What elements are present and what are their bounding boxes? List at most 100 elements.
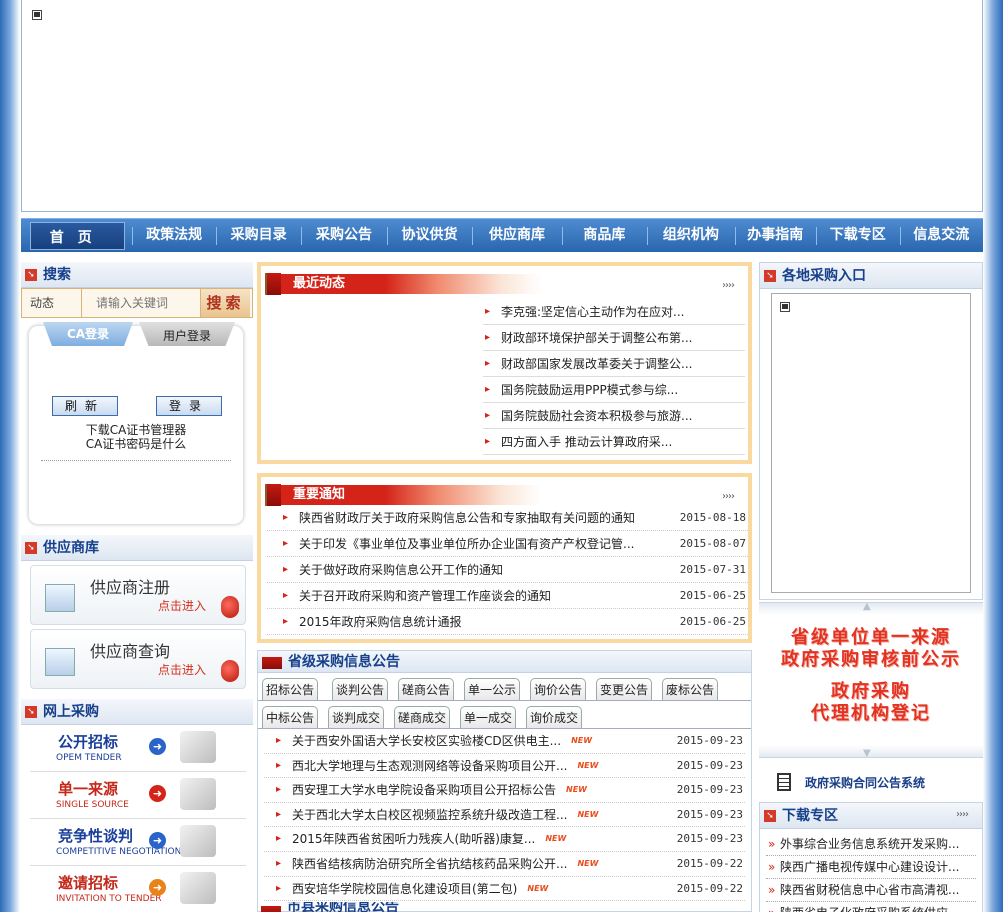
- agency-registration-banner[interactable]: 政府采购 代理机构登记: [771, 681, 971, 725]
- tab-province-r1-2[interactable]: 磋商公告: [398, 678, 454, 700]
- tab-ca-login[interactable]: CA登录: [43, 322, 133, 346]
- notice-item[interactable]: 陕西省财政厅关于政府采购信息公告和专家抽取有关问题的通知 2015-08-18: [267, 505, 748, 531]
- news-item[interactable]: 国务院鼓励社会资本积极参与旅游...: [483, 403, 745, 429]
- download-box: ➘ 下载专区 ›››› 外事综合业务信息系统开发采购...陕西广播电视传媒中心建…: [759, 802, 983, 912]
- purchase-method-name: 竞争性谈判: [58, 827, 134, 845]
- tab-province-r1-1[interactable]: 谈判公告: [332, 678, 388, 700]
- login-button[interactable]: 登录: [156, 396, 222, 416]
- purchase-method-english: INVITATION TO TENDER: [56, 894, 162, 904]
- download-item[interactable]: 陕西省财税信息中心省市高清视...: [766, 879, 976, 902]
- new-badge: NEW: [566, 785, 587, 795]
- method-illustration-icon: [180, 731, 216, 763]
- arrow-right-icon[interactable]: ➜: [149, 879, 166, 896]
- nav-product-library[interactable]: 商品库: [561, 219, 647, 253]
- scroll-up-icon[interactable]: ▲: [863, 601, 871, 612]
- nav-organization[interactable]: 组织机构: [647, 219, 734, 253]
- more-arrows-icon[interactable]: ››››: [722, 280, 735, 291]
- nav-announcements[interactable]: 采购公告: [301, 219, 386, 253]
- enter-link[interactable]: 点击进入: [158, 661, 206, 678]
- announcement-item[interactable]: 陕西省结核病防治研究所全省抗结核药品采购公开... NEW 2015-09-22: [264, 852, 745, 877]
- purchase-method-row[interactable]: 单一来源 SINGLE SOURCE ➜: [30, 772, 246, 819]
- news-item[interactable]: 财政部环境保护部关于调整公布第...: [483, 325, 745, 351]
- tab-province-r2-4[interactable]: 询价成交: [526, 706, 582, 728]
- download-item[interactable]: 陕西广播电视传媒中心建设设计...: [766, 856, 976, 879]
- tab-province-r1-3[interactable]: 单一公示: [464, 678, 520, 700]
- enter-link[interactable]: 点击进入: [158, 597, 206, 614]
- download-item[interactable]: 外事综合业务信息系统开发采购...: [766, 833, 976, 856]
- tab-province-r1-0[interactable]: 招标公告: [262, 678, 318, 700]
- news-item[interactable]: 国务院鼓励运用PPP模式参与综...: [483, 377, 745, 403]
- search-category-select[interactable]: 动态: [22, 289, 82, 317]
- notice-title: 关于印发《事业单位及事业单位所办企业国有资产产权登记管...: [299, 537, 635, 551]
- province-tabs-row2: 中标公告 谈判成交 磋商成交 单一成交 询价成交: [258, 701, 751, 729]
- announcement-item[interactable]: 关于西安外国语大学长安校区实验楼CD区供电主... NEW 2015-09-23: [264, 729, 745, 754]
- nav-info-exchange[interactable]: 信息交流: [899, 219, 983, 253]
- announcement-title: 西安理工大学水电学院设备采购项目公开招标公告: [292, 783, 557, 798]
- notice-item[interactable]: 关于做好政府采购信息公开工作的通知 2015-07-31: [267, 557, 748, 583]
- search-button[interactable]: 搜索: [200, 289, 250, 317]
- new-badge: NEW: [577, 809, 599, 819]
- tab-province-r2-1[interactable]: 谈判成交: [328, 706, 384, 728]
- notice-date: 2015-08-18: [679, 511, 746, 524]
- announcement-item[interactable]: 关于西北大学太白校区视频监控系统升级改造工程... NEW 2015-09-23: [264, 803, 745, 828]
- recent-news-list: 李克强:坚定信心主动作为在应对...财政部环境保护部关于调整公布第...财政部国…: [483, 299, 745, 455]
- announcement-date: 2015-09-23: [676, 734, 743, 747]
- purchase-method-row[interactable]: 竞争性谈判 COMPETITIVE NEGOTIATION ➜: [30, 819, 246, 866]
- more-arrows-icon[interactable]: ››››: [956, 809, 969, 820]
- notice-date: 2015-06-25: [679, 589, 746, 602]
- arrow-right-icon[interactable]: ➜: [149, 832, 166, 849]
- news-item[interactable]: 四方面入手 推动云计算政府采...: [483, 429, 745, 455]
- refresh-button[interactable]: 刷新: [52, 396, 118, 416]
- supplier-register-card[interactable]: 供应商注册 点击进入: [30, 565, 246, 625]
- notice-title: 关于做好政府采购信息公开工作的通知: [299, 563, 504, 577]
- tab-province-r1-6[interactable]: 废标公告: [662, 678, 718, 700]
- more-arrows-icon[interactable]: ››››: [722, 491, 735, 502]
- flag-icon: [265, 484, 281, 506]
- nav-home[interactable]: 首页: [30, 221, 126, 250]
- notice-item[interactable]: 2015年政府采购信息统计通报 2015-06-25: [267, 609, 748, 635]
- download-item[interactable]: 陕西省电子化政府采购系统供应...: [766, 902, 976, 912]
- scroll-down-icon[interactable]: ▼: [863, 748, 871, 759]
- notice-item[interactable]: 关于召开政府采购和资产管理工作座谈会的通知 2015-06-25: [267, 583, 748, 609]
- announcement-item[interactable]: 西安理工大学水电学院设备采购项目公开招标公告 NEW 2015-09-23: [264, 778, 745, 803]
- contract-system-link[interactable]: 政府采购合同公告系统: [759, 766, 983, 802]
- announcement-item[interactable]: 西安培华学院校园信息化建设项目(第二包) NEW 2015-09-22: [264, 877, 745, 902]
- single-source-banner[interactable]: 省级单位单一来源 政府采购审核前公示: [771, 627, 971, 671]
- purchase-method-row[interactable]: 公开招标 OPEM TENDER ➜: [30, 725, 246, 772]
- flag-icon: [265, 273, 281, 295]
- announcement-item[interactable]: 2015年陕西省贫困听力残疾人(助听器)康复... NEW 2015-09-23: [264, 827, 745, 852]
- nav-downloads[interactable]: 下载专区: [816, 219, 899, 253]
- announcement-item[interactable]: 西北大学地理与生态观测网络等设备采购项目公开... NEW 2015-09-23: [264, 754, 745, 779]
- tab-province-r2-2[interactable]: 磋商成交: [394, 706, 450, 728]
- nav-policy[interactable]: 政策法规: [132, 219, 215, 253]
- notice-title: 2015年政府采购信息统计通报: [299, 615, 462, 629]
- arrow-right-icon[interactable]: ➜: [149, 738, 166, 755]
- arrow-right-icon[interactable]: ➜: [149, 785, 166, 802]
- news-item[interactable]: 李克强:坚定信心主动作为在应对...: [483, 299, 745, 325]
- purchase-method-english: OPEM TENDER: [56, 753, 122, 763]
- tab-province-r2-0[interactable]: 中标公告: [262, 706, 318, 728]
- register-icon: [45, 584, 75, 612]
- broken-image-icon: [780, 302, 790, 312]
- tab-user-login[interactable]: 用户登录: [139, 322, 235, 346]
- nav-guide[interactable]: 办事指南: [734, 219, 816, 253]
- notices-panel: 重要通知 ›››› 陕西省财政厅关于政府采购信息公告和专家抽取有关问题的通知 20…: [257, 473, 752, 643]
- news-item[interactable]: 财政部国家发展改革委关于调整公...: [483, 351, 745, 377]
- tab-province-r1-5[interactable]: 变更公告: [596, 678, 652, 700]
- search-input[interactable]: [82, 291, 200, 315]
- nav-agreement-supply[interactable]: 协议供货: [386, 219, 472, 253]
- ca-password-link[interactable]: CA证书密码是什么: [29, 437, 243, 451]
- notices-header: 重要通知 ››››: [261, 477, 748, 507]
- nav-catalog[interactable]: 采购目录: [215, 219, 301, 253]
- nav-supplier-library[interactable]: 供应商库: [472, 219, 561, 253]
- right-column: ➘ 各地采购入口 ▲ 省级单位单一来源 政府采购审核前公示 政府采购 代理机构登…: [759, 262, 983, 912]
- tab-province-r2-3[interactable]: 单一成交: [460, 706, 516, 728]
- supplier-query-card[interactable]: 供应商查询 点击进入: [30, 629, 246, 689]
- online-purchase-list: 公开招标 OPEM TENDER ➜ 单一来源 SINGLE SOURCE ➜ 竞争性谈判 C…: [21, 725, 253, 912]
- purchase-method-row[interactable]: 邀请招标 INVITATION TO TENDER ➜: [30, 866, 246, 912]
- notice-title: 陕西省财政厅关于政府采购信息公告和专家抽取有关问题的通知: [299, 511, 636, 525]
- notice-item[interactable]: 关于印发《事业单位及事业单位所办企业国有资产产权登记管... 2015-08-07: [267, 531, 748, 557]
- download-ca-link[interactable]: 下载CA证书管理器: [29, 423, 243, 437]
- arrow-icon: ➘: [25, 269, 37, 281]
- tab-province-r1-4[interactable]: 询价公告: [530, 678, 586, 700]
